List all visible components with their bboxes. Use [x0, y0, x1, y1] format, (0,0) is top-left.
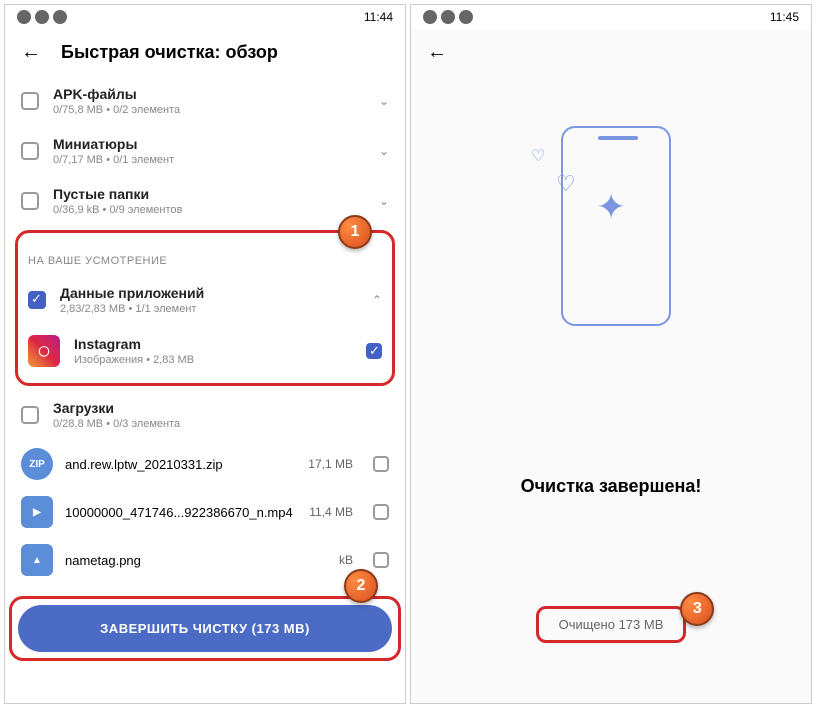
item-sub: Изображения • 2,83 MB [74, 354, 352, 366]
header: ← [411, 29, 463, 76]
status-time: 11:44 [364, 10, 393, 24]
file-name: nametag.png [65, 553, 327, 568]
list-item-instagram[interactable]: ◯ Instagram Изображения • 2,83 MB [28, 325, 382, 377]
file-row[interactable]: ZIP and.rew.lptw_20210331.zip 17,1 MB [21, 440, 389, 488]
item-title: Загрузки [53, 400, 389, 416]
checkbox[interactable] [373, 504, 389, 520]
header: ← Быстрая очистка: обзор [5, 29, 405, 76]
file-name: 10000000_471746...922386670_n.mp4 [65, 505, 297, 520]
highlight-annotation-1: 1 НА ВАШЕ УСМОТРЕНИЕ Данные приложений 2… [15, 230, 395, 386]
item-title: Пустые папки [53, 186, 365, 202]
checkbox[interactable] [21, 192, 39, 210]
status-icon [17, 10, 31, 24]
cleaning-done-illustration: ♡ ♡ ✦ [511, 116, 711, 336]
callout-badge-1: 1 [338, 215, 372, 249]
file-size: 11,4 MB [309, 505, 353, 519]
phone-screen-2: 11:45 ← ♡ ♡ ✦ Очистка завершена! 3 Очище… [410, 4, 812, 704]
highlight-annotation-2: 2 ЗАВЕРШИТЬ ЧИСТКУ (173 MB) [9, 596, 401, 661]
list-item[interactable]: APK-файлы 0/75,8 MB • 0/2 элемента ⌄ [21, 76, 389, 126]
section-header: НА ВАШЕ УСМОТРЕНИЕ [28, 239, 382, 275]
list-item-appdata[interactable]: Данные приложений 2,83/2,83 MB • 1/1 эле… [28, 275, 382, 325]
status-icon [53, 10, 67, 24]
status-bar: 11:44 [5, 5, 405, 29]
checkbox-checked[interactable] [366, 343, 382, 359]
status-icon [459, 10, 473, 24]
heart-icon: ♡ [531, 146, 545, 166]
item-sub: 0/36,9 kB • 0/9 элементов [53, 204, 365, 216]
sparkle-icon: ✦ [596, 186, 626, 228]
checkbox[interactable] [21, 92, 39, 110]
chevron-down-icon[interactable]: ⌄ [379, 194, 389, 208]
file-size: 17,1 MB [308, 457, 353, 471]
item-title: Instagram [74, 336, 352, 352]
done-title: Очистка завершена! [521, 476, 702, 497]
finish-cleaning-button[interactable]: ЗАВЕРШИТЬ ЧИСТКУ (173 MB) [18, 605, 392, 652]
instagram-icon: ◯ [28, 335, 60, 367]
back-arrow-icon[interactable]: ← [21, 41, 41, 64]
file-row[interactable]: ▲ nametag.png kB [21, 536, 389, 584]
item-title: APK-файлы [53, 86, 365, 102]
status-icon [441, 10, 455, 24]
file-row[interactable]: ▶ 10000000_471746...922386670_n.mp4 11,4… [21, 488, 389, 536]
file-name: and.rew.lptw_20210331.zip [65, 457, 296, 472]
list-item[interactable]: Пустые папки 0/36,9 kB • 0/9 элементов ⌄ [21, 176, 389, 226]
status-time: 11:45 [770, 10, 799, 24]
page-title: Быстрая очистка: обзор [61, 42, 278, 63]
heart-icon: ♡ [556, 171, 576, 197]
checkbox-checked[interactable] [28, 291, 46, 309]
cleaned-amount: Очищено 173 MB [536, 606, 687, 643]
image-icon: ▲ [21, 544, 53, 576]
status-icon [35, 10, 49, 24]
checkbox[interactable] [21, 406, 39, 424]
highlight-annotation-3: 3 Очищено 173 MB [536, 606, 687, 643]
item-sub: 0/7,17 MB • 0/1 элемент [53, 154, 365, 166]
list-item[interactable]: Миниатюры 0/7,17 MB • 0/1 элемент ⌄ [21, 126, 389, 176]
video-icon: ▶ [21, 496, 53, 528]
phone-screen-1: 11:44 ← Быстрая очистка: обзор APK-файлы… [4, 4, 406, 704]
back-arrow-icon[interactable]: ← [427, 41, 447, 64]
status-icon [423, 10, 437, 24]
zip-icon: ZIP [21, 448, 53, 480]
status-bar: 11:45 [411, 5, 811, 29]
callout-badge-3: 3 [680, 592, 714, 626]
chevron-down-icon[interactable]: ⌄ [379, 144, 389, 158]
checkbox[interactable] [21, 142, 39, 160]
chevron-down-icon[interactable]: ⌄ [379, 94, 389, 108]
list-item-downloads[interactable]: Загрузки 0/28,8 MB • 0/3 элемента [21, 390, 389, 440]
chevron-up-icon[interactable]: ⌃ [372, 293, 382, 307]
callout-badge-2: 2 [344, 569, 378, 603]
item-sub: 0/28,8 MB • 0/3 элемента [53, 418, 389, 430]
file-size: kB [339, 553, 353, 567]
item-sub: 2,83/2,83 MB • 1/1 элемент [60, 303, 358, 315]
item-sub: 0/75,8 MB • 0/2 элемента [53, 104, 365, 116]
checkbox[interactable] [373, 552, 389, 568]
item-title: Данные приложений [60, 285, 358, 301]
checkbox[interactable] [373, 456, 389, 472]
item-title: Миниатюры [53, 136, 365, 152]
